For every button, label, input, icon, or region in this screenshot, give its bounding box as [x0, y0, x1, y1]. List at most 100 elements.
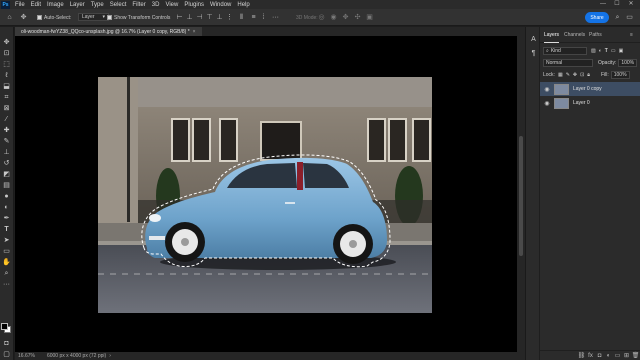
- new-group-icon[interactable]: ▭: [613, 352, 622, 359]
- spot-healing-tool-icon[interactable]: ✚: [2, 126, 11, 135]
- distribute-horizontal-icon[interactable]: ⫴: [238, 14, 245, 21]
- filter-kind-dropdown[interactable]: ⌕ Kind: [543, 46, 587, 55]
- type-tool-icon[interactable]: T: [2, 225, 11, 234]
- delete-layer-icon[interactable]: 🗑︎: [631, 352, 640, 359]
- document-tab[interactable]: oli-woodman-fwYZ38_QQco-unsplash.jpg @ 1…: [15, 27, 202, 36]
- new-layer-icon[interactable]: ⊞: [622, 352, 631, 359]
- filter-pixel-icon[interactable]: ▨: [591, 48, 596, 54]
- distribute-icon[interactable]: ⋮: [226, 14, 233, 21]
- document-canvas[interactable]: [15, 36, 517, 352]
- clone-stamp-tool-icon[interactable]: ⊥: [2, 148, 11, 157]
- eyedropper-tool-icon[interactable]: ⁄: [2, 115, 11, 124]
- foreground-color-swatch[interactable]: [1, 323, 8, 330]
- tab-layers[interactable]: Layers: [544, 32, 560, 43]
- layer-row-layer-0-copy[interactable]: ◉ Layer 0 copy: [540, 82, 640, 96]
- distribute-spacing-icon[interactable]: ⁞: [260, 14, 267, 21]
- opacity-input[interactable]: 100%: [618, 58, 638, 67]
- screen-mode-icon[interactable]: ▢: [2, 350, 11, 359]
- blend-mode-dropdown[interactable]: Normal: [543, 58, 593, 67]
- filter-shape-icon[interactable]: ▭: [611, 48, 616, 54]
- menu-view[interactable]: View: [162, 2, 181, 8]
- fx-icon[interactable]: fx: [586, 353, 595, 359]
- marquee-tool-icon[interactable]: ⬚: [2, 60, 11, 69]
- menu-image[interactable]: Image: [44, 2, 67, 8]
- quick-mask-icon[interactable]: ◘: [2, 339, 11, 348]
- paragraph-panel-icon[interactable]: ¶: [529, 49, 538, 58]
- filter-type-icon[interactable]: T: [605, 48, 608, 54]
- align-top-icon[interactable]: ⊤: [206, 14, 213, 21]
- align-center-icon[interactable]: ⊥: [186, 14, 193, 21]
- status-arrow-icon[interactable]: ›: [109, 353, 111, 359]
- lock-paint-icon[interactable]: ✎: [566, 72, 570, 78]
- menu-file[interactable]: File: [12, 2, 28, 8]
- menu-filter[interactable]: Filter: [129, 2, 148, 8]
- lock-artboard-icon[interactable]: ⊡: [580, 72, 584, 78]
- scrollbar-thumb[interactable]: [519, 136, 523, 256]
- maximize-button[interactable]: ☐: [610, 0, 624, 9]
- blur-tool-icon[interactable]: ●: [2, 192, 11, 201]
- frame-tool-icon[interactable]: ⊠: [2, 104, 11, 113]
- auto-select-dropdown[interactable]: Layer ▾: [78, 13, 110, 21]
- fill-input[interactable]: 100%: [610, 70, 630, 79]
- layer-name[interactable]: Layer 0: [573, 100, 590, 106]
- zoom-tool-icon[interactable]: ⌕: [2, 269, 11, 278]
- move-tool-icon[interactable]: ✥: [2, 38, 11, 47]
- rectangle-tool-icon[interactable]: ▭: [2, 247, 11, 256]
- link-layers-icon[interactable]: ⛓: [577, 352, 586, 359]
- align-middle-icon[interactable]: ⊥: [216, 14, 223, 21]
- pen-tool-icon[interactable]: ✒: [2, 214, 11, 223]
- eraser-tool-icon[interactable]: ◩: [2, 170, 11, 179]
- crop-tool-icon[interactable]: ⌗: [2, 93, 11, 102]
- history-brush-tool-icon[interactable]: ↺: [2, 159, 11, 168]
- share-button[interactable]: Share: [585, 12, 609, 23]
- layer-row-layer-0[interactable]: ◉ Layer 0: [540, 96, 640, 110]
- show-transform-checkbox[interactable]: [107, 15, 112, 20]
- auto-select-checkbox[interactable]: [37, 15, 42, 20]
- menu-help[interactable]: Help: [234, 2, 252, 8]
- menu-plugins[interactable]: Plugins: [181, 2, 207, 8]
- menu-select[interactable]: Select: [107, 2, 130, 8]
- vertical-scrollbar[interactable]: [517, 36, 525, 352]
- menu-window[interactable]: Window: [207, 2, 234, 8]
- zoom-level[interactable]: 16.67%: [18, 353, 35, 359]
- 3d-roll-icon[interactable]: ◉: [330, 14, 337, 21]
- menu-edit[interactable]: Edit: [28, 2, 44, 8]
- panel-menu-icon[interactable]: ≡: [630, 32, 633, 38]
- more-options-icon[interactable]: ···: [272, 14, 279, 21]
- tab-paths[interactable]: Paths: [589, 32, 602, 38]
- properties-panel-icon[interactable]: A: [529, 35, 538, 44]
- home-icon[interactable]: ⌂: [6, 14, 13, 21]
- adjustment-layer-icon[interactable]: ◐: [604, 353, 613, 359]
- menu-layer[interactable]: Layer: [67, 2, 88, 8]
- hand-tool-icon[interactable]: ✋: [2, 258, 11, 267]
- lasso-tool-icon[interactable]: ℓ: [2, 71, 11, 80]
- lock-all-icon[interactable]: 🔒︎: [587, 72, 590, 78]
- menu-3d[interactable]: 3D: [149, 2, 163, 8]
- close-window-button[interactable]: ✕: [624, 0, 638, 9]
- show-transform-option[interactable]: Show Transform Controls: [107, 13, 170, 22]
- add-mask-icon[interactable]: ◘: [595, 353, 604, 359]
- lock-position-icon[interactable]: ✥: [573, 72, 577, 78]
- close-document-icon[interactable]: ×: [193, 29, 196, 35]
- 3d-slide-icon[interactable]: ✣: [354, 14, 361, 21]
- auto-select-option[interactable]: Auto-Select:: [37, 13, 71, 22]
- minimize-button[interactable]: —: [596, 0, 610, 9]
- search-icon[interactable]: ⌕: [614, 14, 621, 21]
- align-left-icon[interactable]: ⊢: [176, 14, 183, 21]
- eye-icon[interactable]: ◉: [543, 100, 551, 107]
- eye-icon[interactable]: ◉: [543, 86, 551, 93]
- object-select-tool-icon[interactable]: ⬓: [2, 82, 11, 91]
- 3d-scale-icon[interactable]: ▣: [366, 14, 373, 21]
- brush-tool-icon[interactable]: ✎: [2, 137, 11, 146]
- tab-channels[interactable]: Channels: [564, 32, 585, 38]
- more-tools-icon[interactable]: ···: [2, 280, 11, 289]
- filter-smart-object-icon[interactable]: ▣: [619, 48, 624, 54]
- lock-transparent-icon[interactable]: ▦: [558, 72, 563, 78]
- workspace-icon[interactable]: ▭: [626, 14, 633, 21]
- path-select-tool-icon[interactable]: ➤: [2, 236, 11, 245]
- distribute-vertical-icon[interactable]: ≡: [250, 14, 257, 21]
- canvas-area[interactable]: [15, 36, 517, 352]
- 3d-orbit-icon[interactable]: ◎: [318, 14, 325, 21]
- gradient-tool-icon[interactable]: ▤: [2, 181, 11, 190]
- artboard-tool-icon[interactable]: ⊡: [2, 49, 11, 58]
